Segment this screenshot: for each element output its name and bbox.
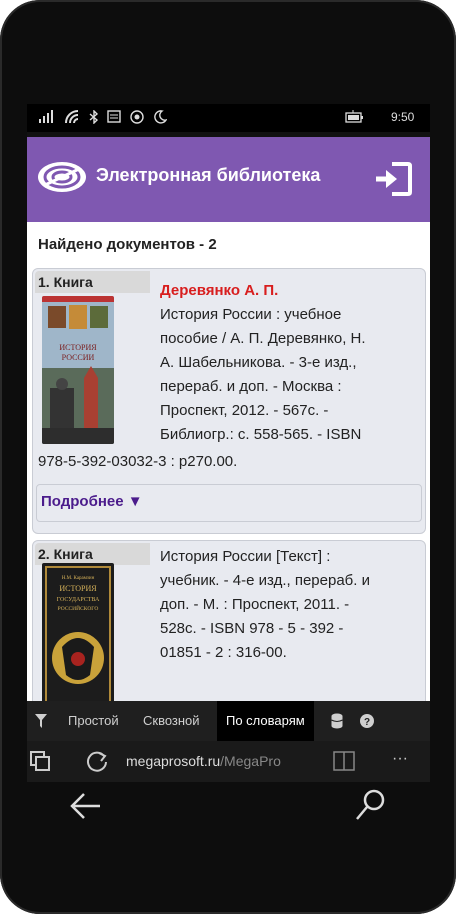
- login-icon[interactable]: [374, 162, 412, 196]
- cover-text-2: ИСТОРИЯ: [59, 584, 97, 593]
- more-menu-button[interactable]: ···: [392, 750, 408, 768]
- app-header: Электронная библиотека: [27, 137, 430, 222]
- url-path: /MegaPro: [220, 753, 281, 769]
- url-field[interactable]: megaprosoft.ru/MegaPro: [126, 753, 324, 769]
- phone-frame: 9:50 Электронная библиотека Найдено доку…: [0, 0, 456, 914]
- item-index-label: 1. Книга: [35, 271, 150, 293]
- cover-text-1: ИСТОРИЯ: [59, 343, 97, 352]
- search-mode-tabs: Простой Сквозной По словарям ?: [27, 701, 430, 741]
- description-line: Проспект, 2012. - 567с. -: [160, 402, 329, 419]
- battery-icon: [345, 110, 363, 123]
- list-item: 1. Книга ИСТОРИЯ РОССИИ Деревянко А. П. …: [32, 268, 426, 534]
- book-cover[interactable]: ИСТОРИЯ РОССИИ: [42, 296, 114, 444]
- description-line: учебник. - 4-е изд., перераб. и: [160, 572, 370, 589]
- list-item: 2. Книга Н.М. Карамзин ИСТОРИЯ ГОСУДАРСТ…: [32, 540, 426, 702]
- moon-icon: [154, 110, 167, 124]
- cover-text-2: РОССИИ: [62, 353, 95, 362]
- tab-simple[interactable]: Простой: [68, 713, 119, 728]
- more-label: Подробнее ▼: [41, 493, 143, 510]
- description-line: перераб. и доп. - Москва :: [160, 378, 342, 395]
- signal-icon: [39, 110, 53, 123]
- more-button[interactable]: Подробнее ▼: [36, 484, 422, 522]
- reading-view-icon[interactable]: [333, 751, 355, 771]
- app-title: Электронная библиотека: [96, 165, 321, 185]
- svg-text:?: ?: [364, 717, 370, 728]
- description-line: 528с. - ISBN 978 - 5 - 392 -: [160, 620, 344, 637]
- status-bar: 9:50: [27, 104, 430, 132]
- item-index-label: 2. Книга: [35, 543, 150, 565]
- refresh-icon[interactable]: [85, 750, 109, 774]
- description-line: История России : учебное: [160, 306, 342, 323]
- url-domain: megaprosoft.ru: [126, 753, 221, 769]
- results-count: Найдено документов - 2: [38, 236, 217, 253]
- description-line: 01851 - 2 : 316-00.: [160, 644, 287, 661]
- cover-text-4: РОССИЙСКОГО: [58, 604, 99, 612]
- database-icon[interactable]: [331, 713, 343, 729]
- description-line: А. Шабельникова. - 3-е изд.,: [160, 354, 357, 371]
- screen: 9:50 Электронная библиотека Найдено доку…: [27, 104, 430, 782]
- help-icon[interactable]: ?: [360, 714, 374, 728]
- back-icon[interactable]: [66, 786, 110, 826]
- cover-text-3: ГОСУДАРСТВА: [57, 597, 100, 603]
- location-icon: [130, 110, 144, 124]
- tabs-icon[interactable]: [30, 751, 50, 771]
- description-line: История России [Текст] :: [160, 548, 331, 565]
- description-line: 978-5-392-03032-3 : р270.00.: [38, 453, 238, 470]
- message-icon: [107, 110, 121, 123]
- status-time: 9:50: [391, 110, 415, 124]
- browser-address-bar: megaprosoft.ru/MegaPro ···: [27, 741, 430, 782]
- item-description: Деревянко А. П. История России : учебное…: [160, 279, 418, 447]
- logo-icon: [38, 162, 86, 192]
- description-line: доп. - М. : Проспект, 2011. -: [160, 596, 350, 613]
- item-description: История России [Текст] : учебник. - 4-е …: [160, 545, 418, 665]
- results-list: Найдено документов - 2 1. Книга ИСТОРИЯ …: [27, 222, 430, 702]
- bluetooth-icon: [89, 110, 99, 124]
- wifi-icon: [65, 110, 79, 124]
- tab-dictionaries[interactable]: По словарям: [217, 701, 314, 741]
- filter-icon[interactable]: [35, 714, 47, 728]
- description-line: пособие / А. П. Деревянко, Н.: [160, 330, 366, 347]
- item-author[interactable]: Деревянко А. П.: [160, 279, 418, 303]
- book-cover[interactable]: Н.М. Карамзин ИСТОРИЯ ГОСУДАРСТВА РОССИЙ…: [42, 563, 114, 702]
- description-line: Библиогр.: с. 558-565. - ISBN: [160, 426, 362, 443]
- tab-through[interactable]: Сквозной: [143, 713, 200, 728]
- search-icon[interactable]: [348, 786, 392, 826]
- cover-text-1: Н.М. Карамзин: [62, 576, 95, 581]
